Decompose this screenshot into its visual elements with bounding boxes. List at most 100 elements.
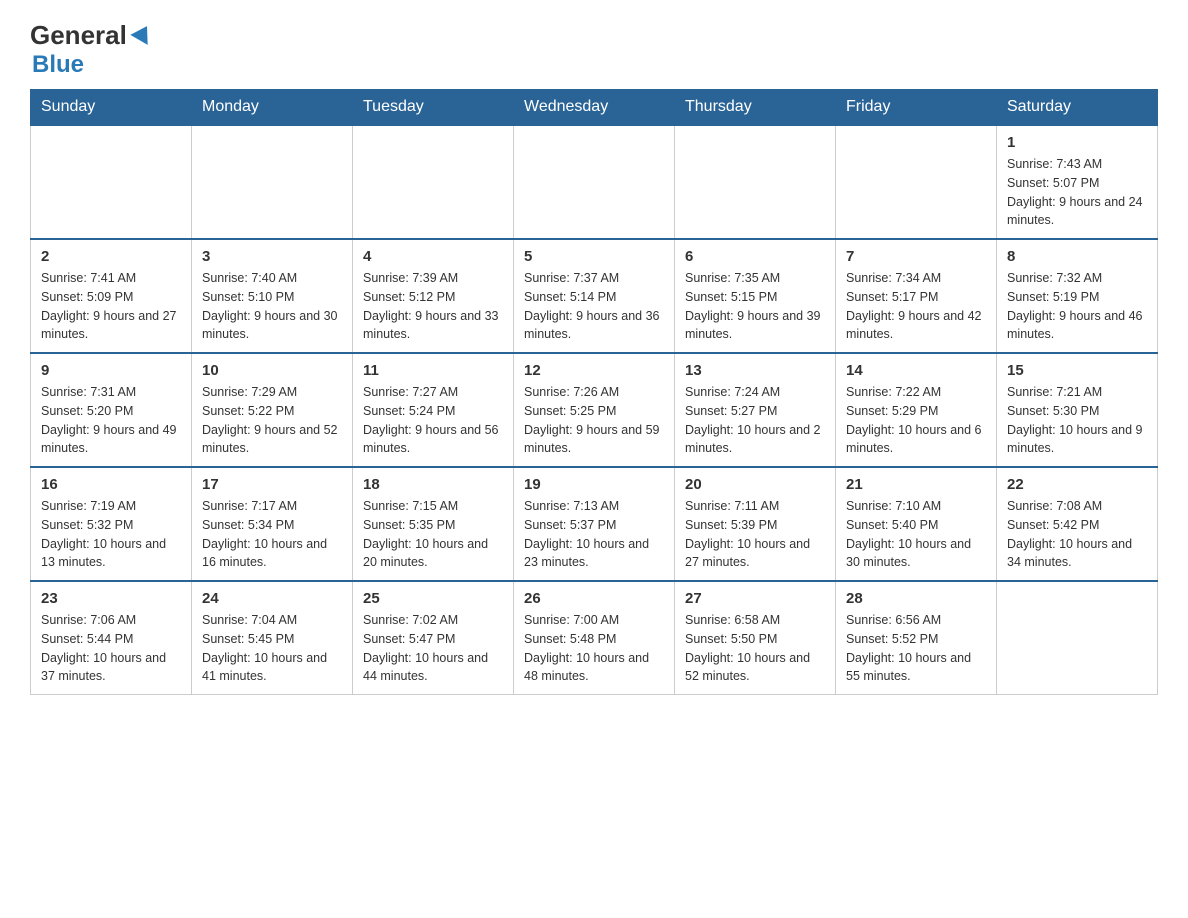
calendar-cell: 19 Sunrise: 7:13 AM Sunset: 5:37 PM Dayli… [514,467,675,581]
logo: GeneralBlue [30,20,153,79]
day-number: 4 [363,248,503,265]
day-header-friday: Friday [836,90,997,126]
calendar-cell: 1Sunrise: 7:43 AM Sunset: 5:07 PM Daylig… [997,125,1158,239]
day-info: Sunrise: 7:40 AM Sunset: 5:10 PM Dayligh… [202,269,342,344]
day-number: 12 [524,362,664,379]
calendar-cell [31,125,192,239]
week-row-4: 16Sunrise: 7:19 AM Sunset: 5:32 PM Dayli… [31,467,1158,581]
calendar-cell: 23 Sunrise: 7:06 AM Sunset: 5:44 PM Dayli… [31,581,192,695]
day-info: Sunrise: 7:21 AM Sunset: 5:30 PM Dayligh… [1007,383,1147,458]
day-number: 16 [41,476,181,493]
calendar-cell: 8 Sunrise: 7:32 AM Sunset: 5:19 PM Daylig… [997,239,1158,353]
week-row-2: 2 Sunrise: 7:41 AM Sunset: 5:09 PM Daylig… [31,239,1158,353]
week-row-5: 23 Sunrise: 7:06 AM Sunset: 5:44 PM Dayli… [31,581,1158,695]
day-header-wednesday: Wednesday [514,90,675,126]
calendar-cell: 4 Sunrise: 7:39 AM Sunset: 5:12 PM Daylig… [353,239,514,353]
day-number: 6 [685,248,825,265]
day-number: 27 [685,590,825,607]
day-number: 21 [846,476,986,493]
day-header-saturday: Saturday [997,90,1158,126]
day-info: Sunrise: 7:24 AM Sunset: 5:27 PM Dayligh… [685,383,825,458]
calendar-cell [514,125,675,239]
calendar-cell: 17 Sunrise: 7:17 AM Sunset: 5:34 PM Dayli… [192,467,353,581]
day-info: Sunrise: 7:15 AM Sunset: 5:35 PM Dayligh… [363,497,503,572]
day-number: 22 [1007,476,1147,493]
day-info: Sunrise: 7:06 AM Sunset: 5:44 PM Dayligh… [41,611,181,686]
day-info: Sunrise: 7:29 AM Sunset: 5:22 PM Dayligh… [202,383,342,458]
day-info: Sunrise: 7:37 AM Sunset: 5:14 PM Dayligh… [524,269,664,344]
day-info: Sunrise: 7:04 AM Sunset: 5:45 PM Dayligh… [202,611,342,686]
calendar-cell [353,125,514,239]
day-number: 7 [846,248,986,265]
week-row-3: 9 Sunrise: 7:31 AM Sunset: 5:20 PM Daylig… [31,353,1158,467]
day-info: Sunrise: 7:02 AM Sunset: 5:47 PM Dayligh… [363,611,503,686]
day-info: Sunrise: 7:27 AM Sunset: 5:24 PM Dayligh… [363,383,503,458]
day-info: Sunrise: 7:00 AM Sunset: 5:48 PM Dayligh… [524,611,664,686]
day-info: Sunrise: 7:17 AM Sunset: 5:34 PM Dayligh… [202,497,342,572]
day-info: Sunrise: 7:22 AM Sunset: 5:29 PM Dayligh… [846,383,986,458]
day-header-tuesday: Tuesday [353,90,514,126]
day-number: 15 [1007,362,1147,379]
calendar-cell: 14 Sunrise: 7:22 AM Sunset: 5:29 PM Dayli… [836,353,997,467]
day-info: Sunrise: 6:56 AM Sunset: 5:52 PM Dayligh… [846,611,986,686]
day-number: 24 [202,590,342,607]
calendar-cell [836,125,997,239]
calendar-cell: 13 Sunrise: 7:24 AM Sunset: 5:27 PM Dayli… [675,353,836,467]
calendar-cell: 9 Sunrise: 7:31 AM Sunset: 5:20 PM Daylig… [31,353,192,467]
day-number: 25 [363,590,503,607]
day-info: Sunrise: 7:26 AM Sunset: 5:25 PM Dayligh… [524,383,664,458]
day-info: Sunrise: 7:11 AM Sunset: 5:39 PM Dayligh… [685,497,825,572]
day-header-thursday: Thursday [675,90,836,126]
calendar-cell: 7 Sunrise: 7:34 AM Sunset: 5:17 PM Daylig… [836,239,997,353]
day-number: 2 [41,248,181,265]
calendar-cell: 21 Sunrise: 7:10 AM Sunset: 5:40 PM Dayli… [836,467,997,581]
calendar-cell: 18 Sunrise: 7:15 AM Sunset: 5:35 PM Dayli… [353,467,514,581]
calendar-cell: 10 Sunrise: 7:29 AM Sunset: 5:22 PM Dayli… [192,353,353,467]
day-number: 17 [202,476,342,493]
day-info: Sunrise: 7:39 AM Sunset: 5:12 PM Dayligh… [363,269,503,344]
day-number: 26 [524,590,664,607]
day-number: 1 [1007,134,1147,151]
day-info: Sunrise: 7:35 AM Sunset: 5:15 PM Dayligh… [685,269,825,344]
day-number: 14 [846,362,986,379]
day-info: Sunrise: 7:10 AM Sunset: 5:40 PM Dayligh… [846,497,986,572]
day-number: 19 [524,476,664,493]
day-info: Sunrise: 7:41 AM Sunset: 5:09 PM Dayligh… [41,269,181,344]
day-number: 23 [41,590,181,607]
calendar-cell [997,581,1158,695]
calendar-cell: 28Sunrise: 6:56 AM Sunset: 5:52 PM Dayli… [836,581,997,695]
calendar-cell: 26 Sunrise: 7:00 AM Sunset: 5:48 PM Dayli… [514,581,675,695]
day-number: 18 [363,476,503,493]
calendar-cell [675,125,836,239]
day-number: 5 [524,248,664,265]
calendar-cell: 20Sunrise: 7:11 AM Sunset: 5:39 PM Dayli… [675,467,836,581]
calendar-cell: 25 Sunrise: 7:02 AM Sunset: 5:47 PM Dayli… [353,581,514,695]
day-number: 3 [202,248,342,265]
calendar-cell: 24 Sunrise: 7:04 AM Sunset: 5:45 PM Dayli… [192,581,353,695]
calendar-cell: 5 Sunrise: 7:37 AM Sunset: 5:14 PM Daylig… [514,239,675,353]
day-info: Sunrise: 7:31 AM Sunset: 5:20 PM Dayligh… [41,383,181,458]
day-info: Sunrise: 7:32 AM Sunset: 5:19 PM Dayligh… [1007,269,1147,344]
day-info: Sunrise: 7:34 AM Sunset: 5:17 PM Dayligh… [846,269,986,344]
logo-blue-label: Blue [32,51,84,79]
day-info: Sunrise: 6:58 AM Sunset: 5:50 PM Dayligh… [685,611,825,686]
page-header: GeneralBlue [30,20,1158,79]
calendar-cell: 6 Sunrise: 7:35 AM Sunset: 5:15 PM Daylig… [675,239,836,353]
day-number: 13 [685,362,825,379]
calendar-cell [192,125,353,239]
day-info: Sunrise: 7:13 AM Sunset: 5:37 PM Dayligh… [524,497,664,572]
day-number: 9 [41,362,181,379]
calendar-cell: 22Sunrise: 7:08 AM Sunset: 5:42 PM Dayli… [997,467,1158,581]
week-row-1: 1Sunrise: 7:43 AM Sunset: 5:07 PM Daylig… [31,125,1158,239]
calendar-cell: 11 Sunrise: 7:27 AM Sunset: 5:24 PM Dayli… [353,353,514,467]
calendar-cell: 27 Sunrise: 6:58 AM Sunset: 5:50 PM Dayli… [675,581,836,695]
logo-general-text: General [30,20,153,51]
calendar-cell: 16Sunrise: 7:19 AM Sunset: 5:32 PM Dayli… [31,467,192,581]
calendar-cell: 3 Sunrise: 7:40 AM Sunset: 5:10 PM Daylig… [192,239,353,353]
calendar-cell: 12 Sunrise: 7:26 AM Sunset: 5:25 PM Dayli… [514,353,675,467]
day-header-sunday: Sunday [31,90,192,126]
day-number: 8 [1007,248,1147,265]
calendar-cell: 2 Sunrise: 7:41 AM Sunset: 5:09 PM Daylig… [31,239,192,353]
day-number: 11 [363,362,503,379]
day-number: 10 [202,362,342,379]
